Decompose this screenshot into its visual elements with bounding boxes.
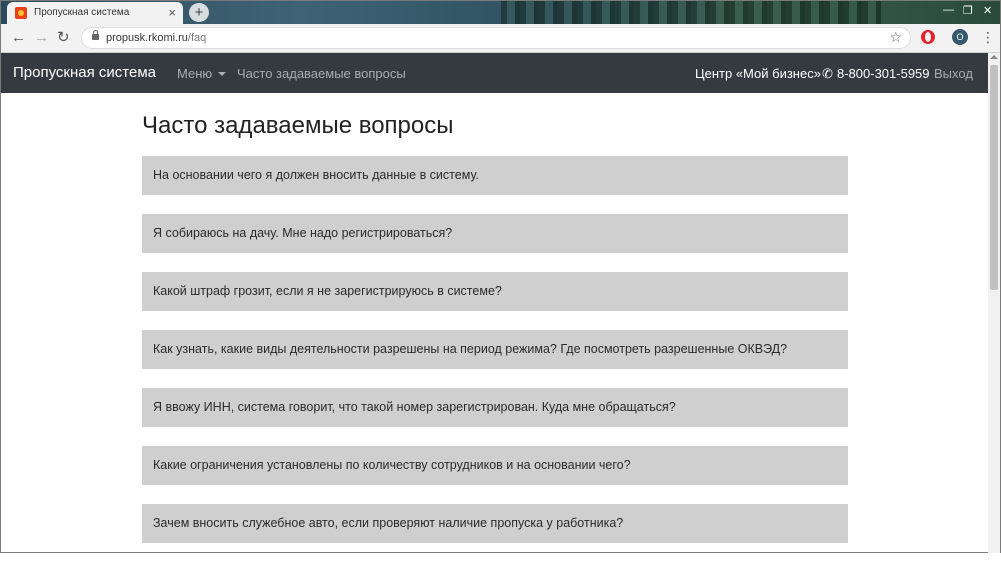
bookmark-star-icon[interactable]: ☆ [889,29,902,46]
opera-extension-icon[interactable] [921,30,935,44]
faq-list: На основании чего я должен вносить данны… [142,156,848,543]
faq-item[interactable]: Я собираюсь на дачу. Мне надо регистриро… [142,214,848,253]
scrollbar-thumb[interactable] [990,65,998,290]
center-name: Центр «Мой бизнес» [695,66,821,81]
tab-title: Пропускная система [34,7,130,18]
window-close-icon[interactable]: ✕ [983,4,992,17]
browser-tab[interactable]: Пропускная система × [7,2,183,24]
browser-toolbar: ← → ↻ propusk.rkomi.ru/faq ☆ O ⋮ [1,24,1000,53]
tab-strip-background [501,1,881,24]
faq-item[interactable]: Какие ограничения установлены по количес… [142,446,848,485]
browser-tab-strip: Пропускная система × + — ❐ ✕ [1,1,1000,24]
logout-link[interactable]: Выход [934,66,973,81]
phone-icon: ✆ [822,66,833,81]
navbar-brand[interactable]: Пропускная система [13,64,156,81]
phone-number: 8-800-301-5959 [837,66,930,81]
site-navbar: Пропускная система Меню Часто задаваемые… [1,53,988,93]
maximize-icon[interactable]: ❐ [963,4,973,17]
site-favicon-icon [15,7,27,19]
faq-item[interactable]: Какой штраф грозит, если я не зарегистри… [142,272,848,311]
kebab-menu-icon[interactable]: ⋮ [981,29,995,46]
scroll-up-icon[interactable] [990,55,998,59]
menu-label: Меню [177,66,213,81]
page-title: Часто задаваемые вопросы [142,112,454,139]
lock-icon [92,30,99,40]
caret-down-icon [218,72,227,76]
menu-dropdown[interactable]: Меню [177,66,227,81]
faq-item[interactable]: Как узнать, какие виды деятельности разр… [142,330,848,369]
minimize-icon[interactable]: — [943,4,954,16]
reload-icon[interactable]: ↻ [57,29,70,47]
profile-avatar[interactable]: O [952,29,968,45]
new-tab-button[interactable]: + [189,3,209,22]
faq-item[interactable]: Я ввожу ИНН, система говорит, что такой … [142,388,848,427]
url-text[interactable]: propusk.rkomi.ru/faq [106,32,206,44]
main-content: Часто задаваемые вопросы На основании че… [142,111,848,562]
faq-item[interactable]: Зачем вносить служебное авто, если прове… [142,504,848,543]
forward-arrow-icon[interactable]: → [34,29,49,47]
address-bar[interactable]: propusk.rkomi.ru/faq ☆ [81,27,911,49]
faq-item[interactable]: На основании чего я должен вносить данны… [142,156,848,195]
nav-link-faq[interactable]: Часто задаваемые вопросы [237,66,406,81]
back-arrow-icon[interactable]: ← [11,29,26,47]
page-scrollbar[interactable] [988,53,1000,553]
tab-close-icon[interactable]: × [168,5,176,21]
